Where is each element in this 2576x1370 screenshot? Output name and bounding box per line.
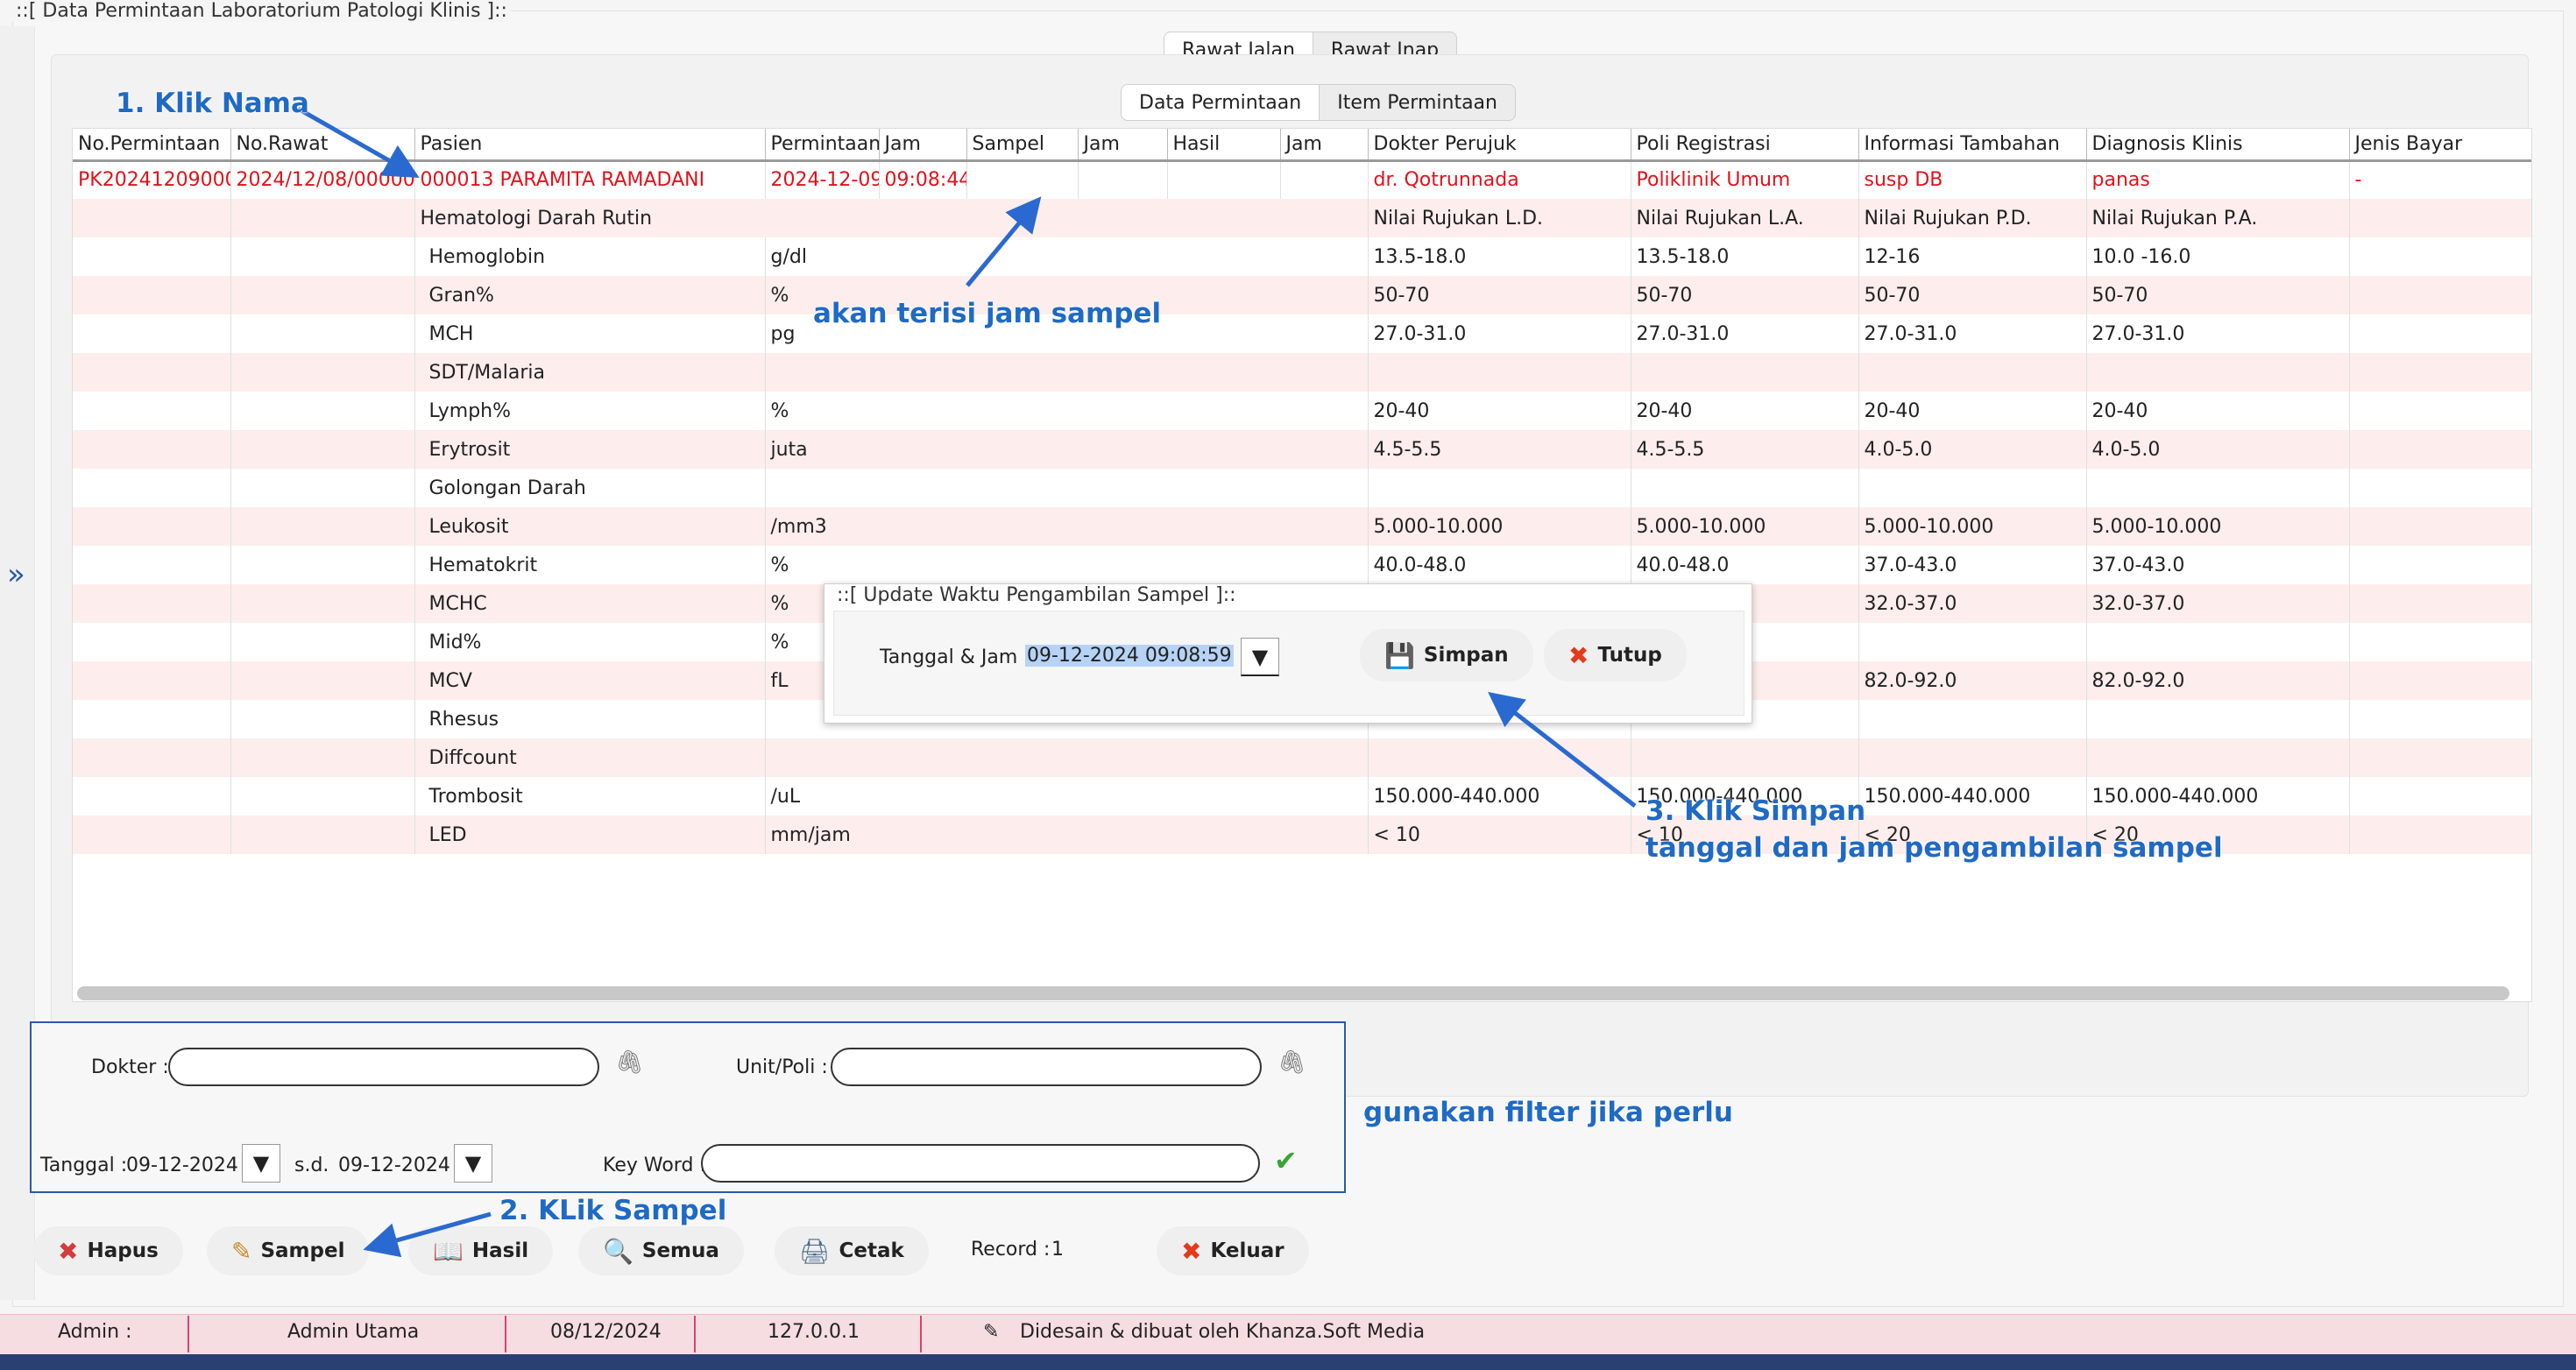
annotation-step3-sub: tanggal dan jam pengambilan sampel xyxy=(1645,832,2223,864)
arrow-step2 xyxy=(363,1211,492,1258)
annotation-filter-hint: gunakan filter jika perlu xyxy=(1363,1097,1733,1128)
window-title: ::[ Data Permintaan Laboratorium Patolog… xyxy=(12,0,511,22)
arrow-step3 xyxy=(1488,691,1637,808)
annotation-step1: 1. Klik Nama xyxy=(116,88,309,119)
annotation-arrows xyxy=(296,106,1637,1258)
annotation-sampel-hint: akan terisi jam sampel xyxy=(813,298,1162,329)
annotation-step3: 3. Klik Simpan xyxy=(1645,795,1866,827)
arrow-step1 xyxy=(296,106,420,178)
arrow-sampel-hint xyxy=(966,196,1042,287)
annotation-step2: 2. KLik Sampel xyxy=(499,1195,727,1226)
